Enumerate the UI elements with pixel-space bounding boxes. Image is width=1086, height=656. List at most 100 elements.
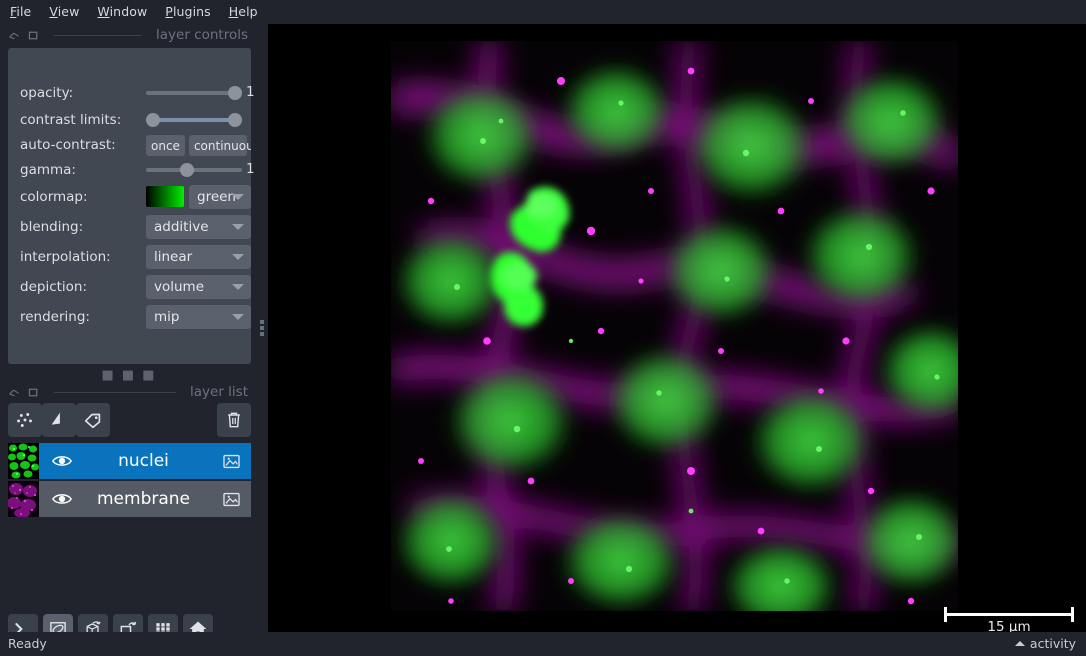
colormap-row: colormap: green xyxy=(8,185,251,209)
menu-bar: File View Window Plugins Help xyxy=(0,0,1086,24)
menu-file[interactable]: File xyxy=(10,0,31,24)
depiction-combobox[interactable]: volume xyxy=(146,275,251,299)
shapes-icon xyxy=(51,412,60,425)
contrast-slider-high-handle[interactable] xyxy=(228,113,242,127)
image-layer-type-icon xyxy=(223,492,240,506)
layer-list-title-label: layer list xyxy=(190,384,248,400)
rendering-row: rendering: mip xyxy=(8,305,251,329)
rendering-combobox[interactable]: mip xyxy=(146,305,251,329)
opacity-slider-handle[interactable] xyxy=(228,86,242,100)
auto-contrast-continuous-button[interactable]: continuous xyxy=(188,135,251,156)
depiction-label: depiction: xyxy=(20,279,88,295)
depiction-value: volume xyxy=(154,279,205,295)
menu-window-rest: indow xyxy=(109,4,148,19)
colormap-value: green xyxy=(197,189,236,205)
layer-row-body-membrane[interactable]: membrane xyxy=(39,481,251,517)
gamma-label: gamma: xyxy=(20,162,76,178)
layer-name-membrane: membrane xyxy=(96,489,190,509)
menu-plugins[interactable]: Plugins xyxy=(165,0,210,24)
chevron-down-icon xyxy=(232,224,244,230)
contrast-slider-low-handle[interactable] xyxy=(146,113,160,127)
activity-label: activity xyxy=(1029,636,1076,651)
visibility-eye-icon[interactable] xyxy=(51,488,73,510)
colormap-swatch xyxy=(146,186,184,207)
float-dock-icon[interactable] xyxy=(8,386,21,399)
menu-window[interactable]: Window xyxy=(97,0,147,24)
layer-thumbnail-membrane xyxy=(8,481,39,517)
microscopy-image[interactable] xyxy=(391,41,958,611)
layer-row-membrane[interactable]: membrane xyxy=(8,481,251,517)
image-layer-type-icon xyxy=(223,454,240,468)
new-labels-layer-button[interactable] xyxy=(76,403,110,437)
caret-up-icon xyxy=(1014,641,1025,646)
gamma-row: gamma: 1.0 xyxy=(8,159,267,181)
new-points-layer-button[interactable] xyxy=(8,403,42,437)
nuclei-thumbnail-image xyxy=(8,443,39,479)
gamma-control[interactable]: 1.0 xyxy=(146,159,267,181)
menu-help-mnemonic: H xyxy=(228,4,239,19)
layer-controls-dock-title: layer controls xyxy=(0,24,258,46)
blending-row: blending: additive xyxy=(8,215,251,239)
opacity-control[interactable]: 1.0 xyxy=(146,82,267,104)
splitter-dot xyxy=(260,326,264,330)
blending-combobox[interactable]: additive xyxy=(146,215,251,239)
layer-controls-panel: opacity: 1.0 contrast limits: xyxy=(8,48,267,364)
interpolation-combobox[interactable]: linear xyxy=(146,245,251,269)
menu-view-rest: iew xyxy=(57,4,80,19)
labels-tag-icon xyxy=(84,413,101,429)
gamma-slider[interactable] xyxy=(146,159,242,181)
layer-list: nuclei membrane xyxy=(8,443,251,519)
contrast-limits-label: contrast limits: xyxy=(20,112,122,128)
float-dock-icon[interactable] xyxy=(8,29,21,42)
layer-list-buttons xyxy=(8,403,251,437)
new-shapes-layer-button[interactable] xyxy=(42,403,76,437)
menu-help[interactable]: Help xyxy=(229,0,258,24)
gamma-slider-handle[interactable] xyxy=(180,163,194,177)
auto-contrast-buttons: once continuous xyxy=(146,135,251,156)
menu-view[interactable]: View xyxy=(49,0,79,24)
activity-button[interactable]: activity xyxy=(1014,636,1076,651)
napari-window: File View Window Plugins Help layer cont… xyxy=(0,0,1086,656)
menu-file-rest: ile xyxy=(16,4,32,19)
rendering-label: rendering: xyxy=(20,309,90,325)
colormap-label: colormap: xyxy=(20,189,88,205)
viewer-canvas[interactable]: 15 µm xyxy=(268,24,1086,635)
visibility-eye-icon[interactable] xyxy=(51,450,73,472)
splitter-dot xyxy=(260,320,264,324)
splitter-dot xyxy=(260,332,264,336)
interpolation-label: interpolation: xyxy=(20,249,111,265)
contrast-slider-fill xyxy=(153,118,235,122)
layer-row-body-nuclei[interactable]: nuclei xyxy=(39,443,251,479)
depiction-row: depiction: volume xyxy=(8,275,251,299)
contrast-limits-control[interactable] xyxy=(146,109,251,131)
layer-list-dock-title: layer list xyxy=(0,381,258,403)
contrast-limits-slider[interactable] xyxy=(146,109,242,131)
auto-contrast-once-button[interactable]: once xyxy=(146,135,185,156)
delete-layer-button[interactable] xyxy=(217,403,251,437)
status-message: Ready xyxy=(8,636,47,651)
layer-name-nuclei: nuclei xyxy=(118,451,169,471)
chevron-down-icon xyxy=(232,314,244,320)
membrane-thumbnail-image xyxy=(8,481,39,517)
layer-controls-title-label: layer controls xyxy=(156,27,248,43)
blending-label: blending: xyxy=(20,219,84,235)
opacity-label: opacity: xyxy=(20,85,74,101)
chevron-down-icon xyxy=(232,284,244,290)
dock-splitter-handle[interactable] xyxy=(256,24,268,632)
points-icon xyxy=(17,413,32,427)
menu-plugins-mnemonic: P xyxy=(165,4,173,19)
dock-title-rule xyxy=(54,391,176,393)
opacity-slider[interactable] xyxy=(146,82,242,104)
gamma-slider-groove xyxy=(146,168,242,172)
menu-help-rest: elp xyxy=(238,4,258,19)
interpolation-row: interpolation: linear xyxy=(8,245,251,269)
close-dock-icon[interactable] xyxy=(27,386,40,399)
close-dock-icon[interactable] xyxy=(27,29,40,42)
menu-window-mnemonic: W xyxy=(97,4,110,19)
dock-title-rule xyxy=(54,34,142,36)
menu-view-mnemonic: V xyxy=(49,4,58,19)
layer-row-nuclei[interactable]: nuclei xyxy=(8,443,251,479)
status-bar: Ready activity xyxy=(0,632,1086,656)
scale-bar: 15 µm xyxy=(944,589,1074,635)
colormap-combobox[interactable]: green xyxy=(189,185,251,209)
